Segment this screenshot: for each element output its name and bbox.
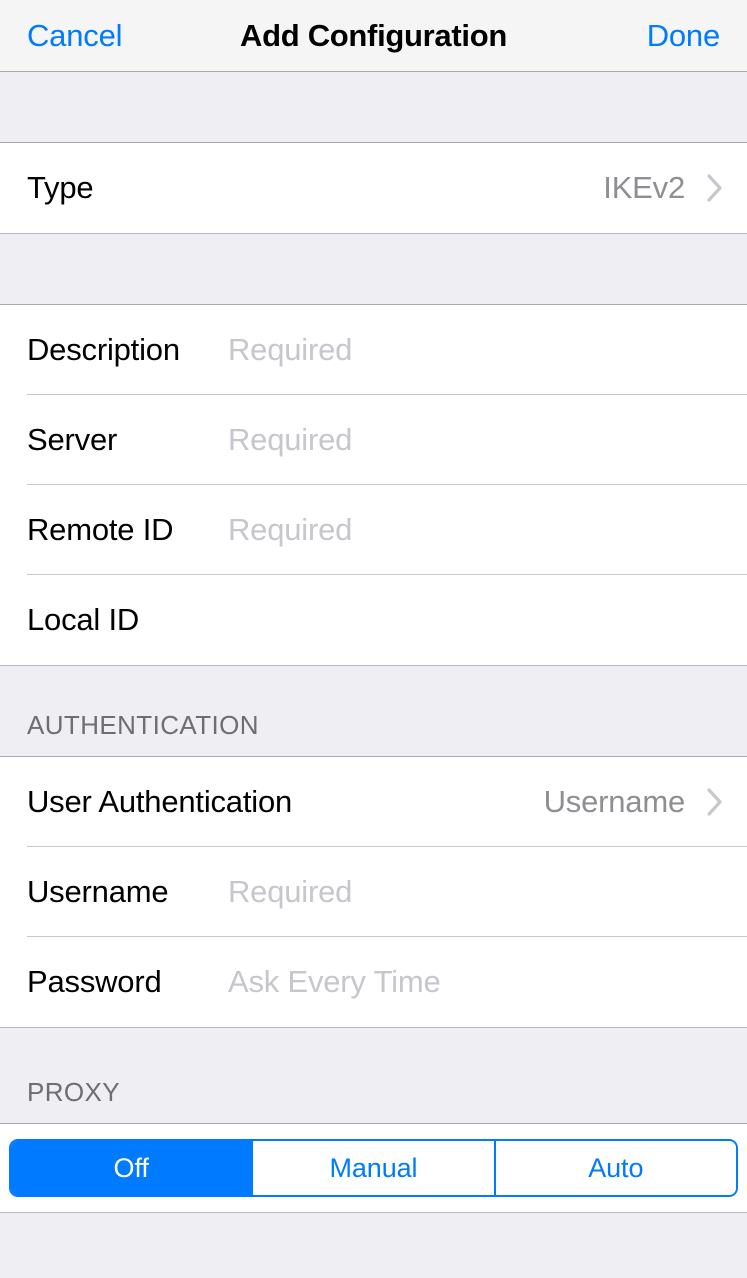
row-server[interactable]: Server Required <box>0 395 747 485</box>
server-input[interactable]: Required <box>228 422 352 458</box>
navigation-bar: Cancel Add Configuration Done <box>0 0 747 72</box>
row-local-id-label: Local ID <box>27 602 140 637</box>
proxy-section: Off Manual Auto <box>0 1124 747 1213</box>
password-input[interactable]: Ask Every Time <box>228 964 441 1000</box>
row-local-id[interactable]: Local ID <box>0 575 747 665</box>
row-password-label: Password <box>27 964 162 999</box>
row-user-authentication-label: User Authentication <box>27 784 293 819</box>
page-bottom-spacer <box>0 1213 747 1247</box>
row-type-value: IKEv2 <box>603 170 685 205</box>
proxy-mode-segmented-control[interactable]: Off Manual Auto <box>9 1139 738 1197</box>
username-input[interactable]: Required <box>228 874 352 910</box>
section-gap-connection <box>0 234 747 305</box>
segment-manual[interactable]: Manual <box>253 1141 496 1195</box>
row-type[interactable]: Type IKEv2 <box>0 143 747 233</box>
row-remote-id-label: Remote ID <box>27 512 174 547</box>
row-username-label: Username <box>27 874 169 909</box>
section-gap-top <box>0 72 747 143</box>
description-input[interactable]: Required <box>228 332 352 368</box>
type-section: Type IKEv2 <box>0 143 747 234</box>
remote-id-input[interactable]: Required <box>228 512 352 548</box>
authentication-header-label: AUTHENTICATION <box>27 710 259 740</box>
connection-section: Description Required Server Required Rem… <box>0 305 747 666</box>
row-type-label: Type <box>27 170 94 205</box>
row-remote-id[interactable]: Remote ID Required <box>0 485 747 575</box>
proxy-section-header: PROXY <box>0 1028 747 1124</box>
done-button[interactable]: Done <box>647 20 721 51</box>
segment-off[interactable]: Off <box>11 1141 254 1195</box>
segment-auto[interactable]: Auto <box>495 1141 736 1195</box>
authentication-section: User Authentication Username Username Re… <box>0 757 747 1028</box>
row-description[interactable]: Description Required <box>0 305 747 395</box>
row-user-authentication[interactable]: User Authentication Username <box>0 757 747 847</box>
chevron-right-icon <box>707 788 723 816</box>
authentication-section-header: AUTHENTICATION <box>0 666 747 757</box>
row-user-authentication-value: Username <box>543 784 686 819</box>
proxy-header-label: PROXY <box>27 1077 121 1107</box>
row-password[interactable]: Password Ask Every Time <box>0 937 747 1027</box>
row-username[interactable]: Username Required <box>0 847 747 937</box>
page-title: Add Configuration <box>240 18 507 53</box>
row-description-label: Description <box>27 332 180 367</box>
row-server-label: Server <box>27 422 118 457</box>
chevron-right-icon <box>707 174 723 202</box>
